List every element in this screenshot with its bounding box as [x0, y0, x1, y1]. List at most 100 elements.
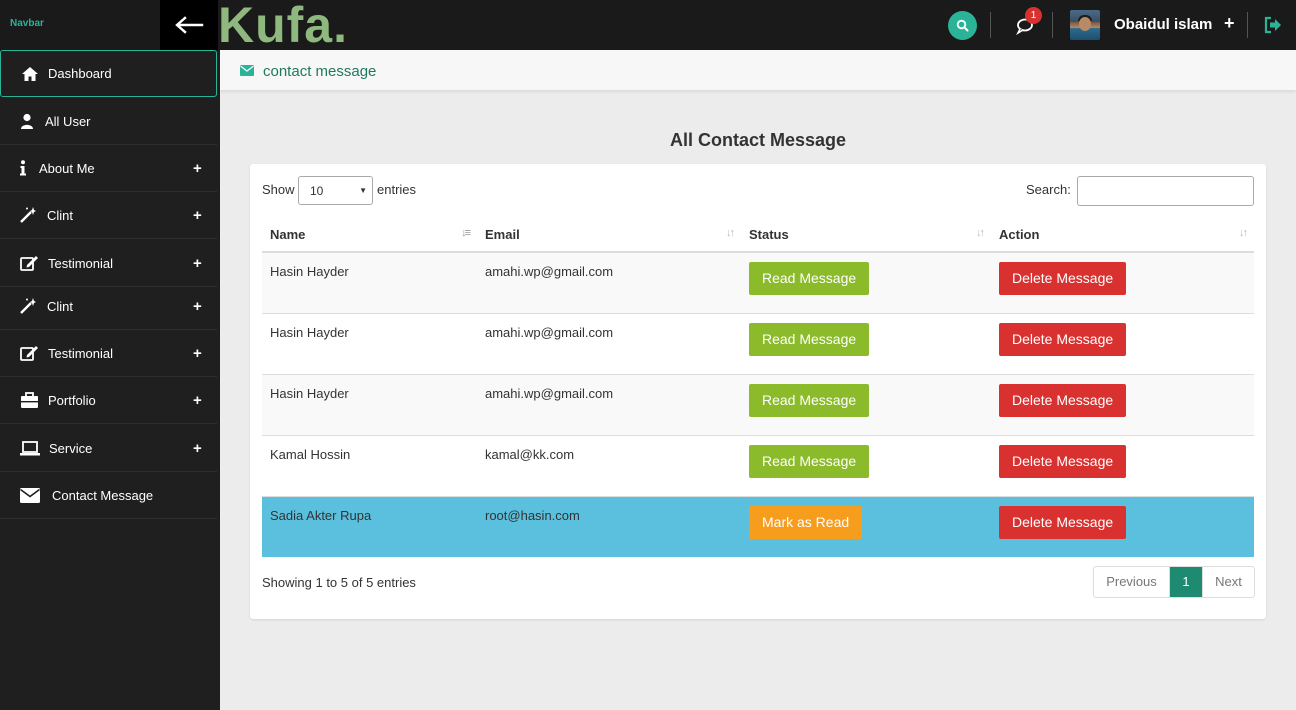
table-row-unread: Sadia Akter Rupa root@hasin.com Mark as …	[262, 495, 1254, 557]
sidebar-item-label: All User	[45, 113, 91, 129]
sidebar-item-label: Dashboard	[48, 66, 112, 81]
column-header-action[interactable]: Action ↓↑	[991, 217, 1254, 253]
expand-icon: +	[193, 344, 202, 362]
magic-wand-icon	[18, 206, 38, 224]
sidebar-item-all-user[interactable]: All User	[0, 98, 217, 145]
search-button[interactable]	[948, 11, 977, 40]
sidebar-item-label: Portfolio	[48, 392, 96, 408]
sidebar-item-dashboard[interactable]: Dashboard	[0, 50, 217, 97]
expand-icon: +	[193, 254, 202, 272]
sidebar-item-label: About Me	[39, 160, 95, 176]
edit-icon	[19, 254, 39, 272]
table-row: Kamal Hossin kamal@kk.com Read Message D…	[262, 434, 1254, 496]
mark-as-read-button[interactable]: Mark as Read	[749, 505, 863, 539]
delete-message-button[interactable]: Delete Message	[999, 444, 1127, 478]
plus-icon[interactable]: +	[1224, 13, 1235, 34]
cell-name: Hasin Hayder	[262, 373, 477, 435]
envelope-icon	[240, 65, 254, 76]
envelope-icon	[20, 486, 40, 504]
sidebar-item-testimonial[interactable]: Testimonial +	[0, 330, 217, 377]
sidebar-item-label: Clint	[47, 207, 74, 223]
user-name[interactable]: Obaidul islam	[1114, 16, 1212, 33]
read-message-button[interactable]: Read Message	[749, 262, 870, 295]
messages-table: Name ↓≡ Email ↓↑ Status ↓↑ Action ↓↑ Hasin H…	[262, 217, 1254, 557]
cell-name: Kamal Hossin	[262, 434, 477, 496]
expand-icon: +	[193, 297, 202, 315]
cell-name: Hasin Hayder	[262, 312, 477, 374]
top-navbar: Navbar Kufa. 1 Obaidul islam +	[0, 0, 1296, 50]
cell-email: root@hasin.com	[477, 495, 741, 557]
sort-icon: ↓↑	[976, 227, 985, 239]
column-header-name[interactable]: Name ↓≡	[262, 217, 477, 253]
logout-button[interactable]	[1263, 15, 1283, 35]
edit-icon	[19, 344, 39, 362]
column-header-email[interactable]: Email ↓↑	[477, 217, 741, 253]
sidebar-item-label: Testimonial	[48, 345, 114, 361]
entries-label: entries	[377, 182, 417, 197]
sidebar-item-label: Service	[49, 440, 93, 456]
read-message-button[interactable]: Read Message	[749, 444, 870, 478]
table-row: Hasin Hayder amahi.wp@gmail.com Read Mes…	[262, 312, 1254, 374]
divider	[990, 12, 991, 38]
caret-down-icon: ▼	[359, 186, 367, 195]
sidebar-item-label: Contact Message	[52, 487, 154, 503]
logout-icon	[1264, 16, 1281, 34]
cell-email: amahi.wp@gmail.com	[477, 373, 741, 435]
sidebar: Dashboard All User About Me + Clint + Te…	[0, 50, 220, 710]
notification-badge: 1	[1025, 7, 1042, 24]
page-length-select[interactable]: 10 ▼	[298, 176, 373, 205]
read-message-button[interactable]: Read Message	[749, 322, 870, 356]
table-info: Showing 1 to 5 of 5 entries	[262, 575, 416, 590]
show-label: Show	[262, 182, 295, 197]
pagination: Previous 1 Next	[1093, 566, 1255, 598]
cell-email: kamal@kk.com	[477, 434, 741, 496]
expand-icon: +	[193, 439, 202, 457]
page-1-button[interactable]: 1	[1170, 567, 1202, 597]
search-input[interactable]	[1077, 176, 1254, 206]
divider	[1052, 12, 1053, 38]
brand-area: Navbar	[0, 0, 160, 50]
sidebar-item-about-me[interactable]: About Me +	[0, 145, 217, 192]
cell-email: amahi.wp@gmail.com	[477, 251, 741, 313]
sidebar-item-service[interactable]: Service +	[0, 425, 217, 472]
table-header-row: Name ↓≡ Email ↓↑ Status ↓↑ Action ↓↑	[262, 217, 1254, 253]
column-header-status[interactable]: Status ↓↑	[741, 217, 991, 253]
sidebar-item-testimonial[interactable]: Testimonial +	[0, 240, 217, 287]
next-page-button[interactable]: Next	[1202, 567, 1254, 597]
read-message-button[interactable]: Read Message	[749, 383, 870, 417]
expand-icon: +	[193, 391, 202, 409]
search-label: Search:	[1026, 182, 1071, 197]
sidebar-toggle-button[interactable]	[160, 0, 218, 50]
brand-label: Navbar	[10, 18, 44, 29]
divider	[1247, 12, 1248, 38]
user-icon	[17, 112, 37, 130]
sidebar-item-contact-message[interactable]: Contact Message	[0, 472, 217, 519]
page-length-value: 10	[310, 184, 324, 198]
briefcase-icon	[19, 391, 39, 409]
sidebar-item-clint[interactable]: Clint +	[0, 283, 217, 330]
delete-message-button[interactable]: Delete Message	[999, 262, 1127, 295]
home-icon	[20, 65, 40, 83]
page-header: contact message	[220, 50, 1296, 90]
cell-name: Sadia Akter Rupa	[262, 495, 477, 557]
logo[interactable]: Kufa.	[218, 0, 348, 46]
delete-message-button[interactable]: Delete Message	[999, 383, 1127, 417]
cell-name: Hasin Hayder	[262, 251, 477, 313]
delete-message-button[interactable]: Delete Message	[999, 322, 1127, 356]
sidebar-item-portfolio[interactable]: Portfolio +	[0, 377, 217, 424]
page-header-title: contact message	[263, 63, 377, 80]
arrow-left-icon	[175, 16, 204, 34]
delete-message-button[interactable]: Delete Message	[999, 505, 1127, 539]
search-icon	[956, 19, 969, 32]
previous-page-button[interactable]: Previous	[1094, 567, 1170, 597]
table-row: Hasin Hayder amahi.wp@gmail.com Read Mes…	[262, 251, 1254, 313]
avatar[interactable]	[1070, 10, 1100, 40]
expand-icon: +	[193, 159, 202, 177]
magic-wand-icon	[18, 297, 38, 315]
messages-card: Show 10 ▼ entries Search: Name ↓≡ Email ↓↑…	[250, 164, 1266, 619]
sidebar-item-clint[interactable]: Clint +	[0, 192, 217, 239]
sidebar-item-label: Testimonial	[48, 255, 114, 271]
info-icon	[13, 159, 33, 177]
sidebar-item-label: Clint	[47, 298, 74, 314]
page-title: All Contact Message	[669, 130, 847, 150]
